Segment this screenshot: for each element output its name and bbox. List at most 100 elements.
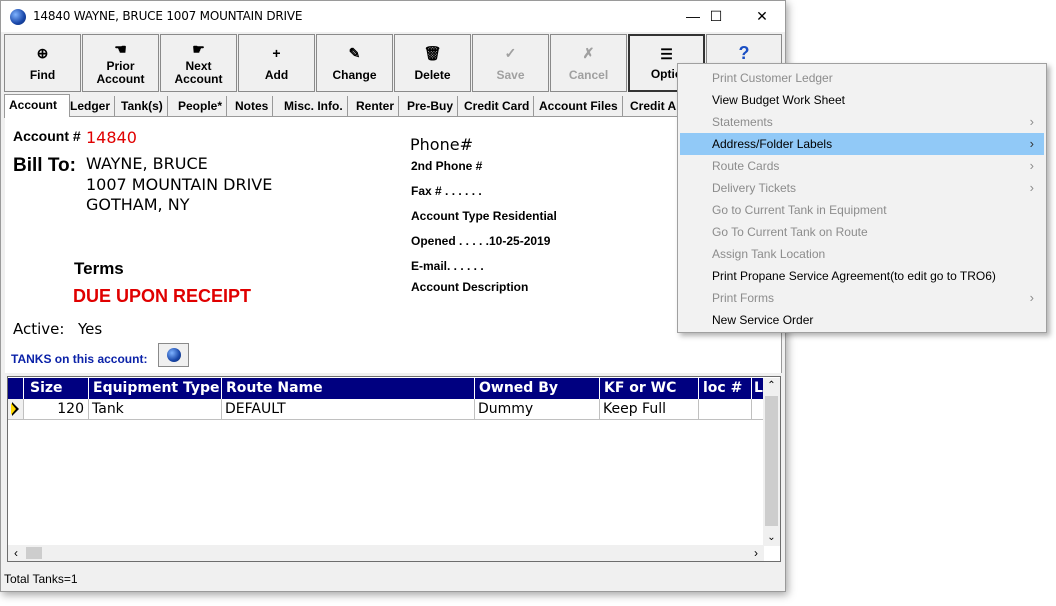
scroll-left-icon[interactable]: ‹ xyxy=(8,545,24,561)
menu-item-label: Go To Current Tank on Route xyxy=(712,225,868,239)
submenu-arrow-icon: › xyxy=(1029,158,1034,173)
col-owned-by[interactable]: Owned By xyxy=(475,378,600,399)
cancel-label: Cancel xyxy=(568,68,609,82)
menu-address-folder-labels[interactable]: Address/Folder Labels › xyxy=(680,133,1044,155)
next-account-label: Next Account xyxy=(174,59,223,86)
tab-credit-card[interactable]: Credit Card xyxy=(460,96,535,116)
address-line-1: 1007 MOUNTAIN DRIVE xyxy=(86,175,273,194)
menu-item-label: Go to Current Tank in Equipment xyxy=(712,203,887,217)
menu-go-to-tank-in-equipment[interactable]: Go to Current Tank in Equipment xyxy=(680,199,1044,221)
cell-route-name[interactable]: DEFAULT xyxy=(222,399,475,419)
menu-item-label: Address/Folder Labels xyxy=(712,137,833,151)
add-plus-icon: + xyxy=(272,45,281,61)
row-selector[interactable] xyxy=(8,399,24,419)
account-panel: Account # 14840 Bill To: WAYNE, BRUCE 10… xyxy=(5,117,782,373)
menu-item-label: Route Cards xyxy=(712,159,780,173)
add-label: Add xyxy=(264,68,289,82)
menu-go-to-tank-on-route[interactable]: Go To Current Tank on Route xyxy=(680,221,1044,243)
col-equipment-type[interactable]: Equipment Type xyxy=(89,378,222,399)
tab-misc-info[interactable]: Misc. Info. xyxy=(280,96,348,116)
col-loc[interactable]: loc # xyxy=(699,378,752,399)
find-magnifier-icon: ⊕ xyxy=(36,45,49,61)
maximize-button[interactable]: ☐ xyxy=(693,1,739,32)
scroll-right-icon[interactable]: › xyxy=(748,545,764,561)
active-value: Yes xyxy=(78,320,103,338)
find-button[interactable]: ⊕ Find xyxy=(4,34,81,92)
submenu-arrow-icon: › xyxy=(1029,290,1034,305)
prior-account-button[interactable]: ☚ Prior Account xyxy=(82,34,159,92)
cell-kf-or-wc[interactable]: Keep Full xyxy=(600,399,699,419)
save-button[interactable]: ✓ Save xyxy=(472,34,549,92)
menu-delivery-tickets[interactable]: Delivery Tickets › xyxy=(680,177,1044,199)
table-row[interactable]: 120 Tank DEFAULT Dummy Keep Full xyxy=(8,399,764,420)
next-hand-icon: ☛ xyxy=(192,41,205,57)
prior-account-label: Prior Account xyxy=(96,59,145,86)
phone-label: Phone# xyxy=(410,135,473,154)
col-route-name[interactable]: Route Name xyxy=(222,378,475,399)
menu-print-forms[interactable]: Print Forms › xyxy=(680,287,1044,309)
tab-account[interactable]: Account xyxy=(4,94,70,118)
col-size[interactable]: Size xyxy=(24,378,89,399)
tanks-globe-button[interactable] xyxy=(158,343,189,367)
account-number-label: Account # xyxy=(13,128,81,144)
tab-renter[interactable]: Renter xyxy=(352,96,400,116)
submenu-arrow-icon: › xyxy=(1029,114,1034,129)
menu-print-propane-service-agreement[interactable]: Print Propane Service Agreement(to edit … xyxy=(680,265,1044,287)
add-button[interactable]: + Add xyxy=(238,34,315,92)
delete-trash-icon: 🗑 xyxy=(423,45,442,61)
menu-item-label: Print Customer Ledger xyxy=(712,71,833,85)
opened-date: Opened . . . . .10-25-2019 xyxy=(411,234,551,248)
cancel-button[interactable]: ✗ Cancel xyxy=(550,34,627,92)
cell-owned-by[interactable]: Dummy xyxy=(475,399,600,419)
col-kf-or-wc[interactable]: KF or WC xyxy=(600,378,699,399)
tab-ledger[interactable]: Ledger xyxy=(66,96,116,116)
tab-pre-buy[interactable]: Pre-Buy xyxy=(403,96,459,116)
app-globe-icon xyxy=(10,9,26,25)
cell-equipment-type[interactable]: Tank xyxy=(89,399,222,419)
menu-assign-tank-location[interactable]: Assign Tank Location xyxy=(680,243,1044,265)
fax-label: Fax # . . . . . . xyxy=(411,184,482,198)
save-check-icon: ✓ xyxy=(504,45,517,61)
menu-item-label: Assign Tank Location xyxy=(712,247,826,261)
menu-print-customer-ledger[interactable]: Print Customer Ledger xyxy=(680,67,1044,89)
bill-to-label: Bill To: xyxy=(13,155,76,176)
menu-statements[interactable]: Statements › xyxy=(680,111,1044,133)
change-button[interactable]: ✎ Change xyxy=(316,34,393,92)
vertical-scroll-thumb[interactable] xyxy=(765,396,778,526)
tab-strip: Account Ledger Tank(s) People* Notes Mis… xyxy=(4,94,782,118)
scroll-down-icon[interactable]: ⌄ xyxy=(763,530,780,546)
header-corner xyxy=(8,378,24,399)
tab-tanks[interactable]: Tank(s) xyxy=(117,96,168,116)
account-window: 14840 WAYNE, BRUCE 1007 MOUNTAIN DRIVE —… xyxy=(0,0,786,592)
tab-account-files[interactable]: Account Files xyxy=(535,96,623,116)
horizontal-scroll-thumb[interactable] xyxy=(26,547,42,559)
tab-notes[interactable]: Notes xyxy=(231,96,274,116)
globe-icon xyxy=(167,348,181,362)
menu-new-service-order[interactable]: New Service Order xyxy=(680,309,1044,331)
account-type: Account Type Residential xyxy=(411,209,557,223)
scroll-up-icon[interactable]: ⌃ xyxy=(763,378,780,394)
horizontal-scrollbar[interactable]: ‹ › xyxy=(8,545,764,561)
menu-view-budget-work-sheet[interactable]: View Budget Work Sheet xyxy=(680,89,1044,111)
find-label: Find xyxy=(29,68,56,82)
row-pointer-fill xyxy=(11,403,16,415)
title-bar: 14840 WAYNE, BRUCE 1007 MOUNTAIN DRIVE —… xyxy=(1,1,785,32)
tanks-on-account-label: TANKS on this account: xyxy=(11,352,148,366)
vertical-scrollbar[interactable]: ⌃ ⌄ xyxy=(763,378,780,546)
tanks-grid: Size Equipment Type Route Name Owned By … xyxy=(7,376,781,562)
delete-label: Delete xyxy=(414,68,451,82)
cell-loc[interactable] xyxy=(699,399,752,419)
close-button[interactable]: ✕ xyxy=(739,1,785,32)
menu-route-cards[interactable]: Route Cards › xyxy=(680,155,1044,177)
cell-size[interactable]: 120 xyxy=(24,399,89,419)
help-question-icon: ? xyxy=(738,43,750,63)
terms-value: DUE UPON RECEIPT xyxy=(73,286,252,306)
next-account-button[interactable]: ☛ Next Account xyxy=(160,34,237,92)
options-menu: Print Customer Ledger View Budget Work S… xyxy=(677,63,1047,333)
options-list-icon: ☰ xyxy=(660,46,673,62)
toolbar: ⊕ Find ☚ Prior Account ☛ Next Account + … xyxy=(4,34,782,92)
email-label: E-mail. . . . . . xyxy=(411,259,484,273)
account-description-label: Account Description xyxy=(411,280,529,294)
tab-people[interactable]: People* xyxy=(174,96,228,116)
delete-button[interactable]: 🗑 Delete xyxy=(394,34,471,92)
